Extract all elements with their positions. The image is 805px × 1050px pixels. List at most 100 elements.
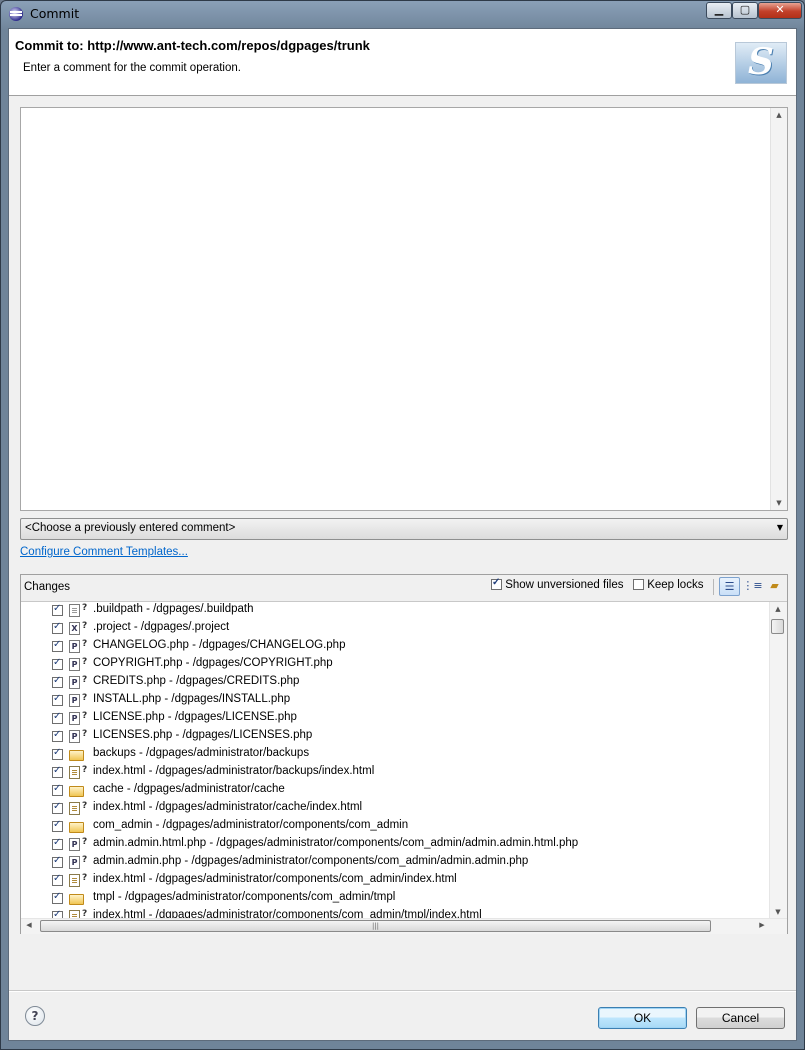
keep-locks-checkbox[interactable]: Keep locks — [633, 579, 703, 591]
change-label: .buildpath - /dgpages/.buildpath — [93, 603, 254, 615]
change-checkbox[interactable] — [52, 855, 63, 868]
vertical-scroll-thumb[interactable] — [771, 619, 784, 634]
change-label: tmpl - /dgpages/administrator/components… — [93, 891, 396, 903]
change-checkbox[interactable] — [52, 657, 63, 670]
keep-locks-check[interactable] — [633, 579, 644, 591]
toolbar-separator — [713, 579, 714, 595]
changes-panel: Changes Show unversioned files Keep lock… — [20, 574, 788, 934]
minimize-icon: ▁ — [714, 3, 724, 16]
configure-comment-templates-link[interactable]: Configure Comment Templates... — [20, 546, 188, 558]
flat-list-icon: ☰ — [724, 580, 735, 593]
close-button[interactable]: ✕ — [758, 2, 802, 19]
scroll-right-arrow-icon[interactable]: ▶ — [754, 921, 770, 929]
change-checkbox[interactable] — [52, 693, 63, 706]
change-row[interactable]: X? .project - /dgpages/.project — [21, 620, 769, 638]
unversioned-overlay-icon: ? — [82, 693, 88, 703]
change-checkbox[interactable] — [52, 891, 63, 904]
change-checkbox[interactable] — [52, 873, 63, 886]
xml-file-icon: X — [69, 622, 80, 635]
changes-horizontal-scrollbar[interactable]: ◀ ||| ▶ — [21, 918, 787, 934]
scroll-left-arrow-icon[interactable]: ◀ — [21, 921, 37, 929]
change-row[interactable]: P? LICENSE.php - /dgpages/LICENSE.php — [21, 710, 769, 728]
php-file-icon: P — [69, 658, 80, 671]
chevron-down-icon: ▼ — [776, 523, 783, 532]
ok-button[interactable]: OK — [598, 1007, 687, 1029]
maximize-button[interactable]: ▢ — [732, 2, 758, 19]
html-file-icon — [69, 766, 80, 779]
change-checkbox[interactable] — [52, 765, 63, 778]
html-file-icon — [69, 802, 80, 815]
window-title: Commit — [30, 6, 80, 21]
change-row[interactable]: ? index.html - /dgpages/administrator/bac… — [21, 764, 769, 782]
tree-view-icon: ⋮≡ — [742, 579, 763, 592]
tree-view-button[interactable]: ⋮≡ — [742, 577, 763, 596]
change-row[interactable]: ? index.html - /dgpages/administrator/cac… — [21, 800, 769, 818]
folder-file-icon — [69, 786, 84, 797]
change-checkbox[interactable] — [52, 819, 63, 832]
compressed-folders-button[interactable]: ▰ — [764, 577, 785, 596]
change-row[interactable]: P? INSTALL.php - /dgpages/INSTALL.php — [21, 692, 769, 710]
change-row[interactable]: P? COPYRIGHT.php - /dgpages/COPYRIGHT.php — [21, 656, 769, 674]
change-label: backups - /dgpages/administrator/backups — [93, 747, 310, 759]
unversioned-overlay-icon: ? — [82, 657, 88, 667]
horizontal-scroll-thumb[interactable]: ||| — [40, 920, 711, 932]
show-unversioned-checkbox[interactable]: Show unversioned files — [491, 577, 623, 591]
change-checkbox[interactable] — [52, 603, 63, 616]
change-row[interactable]: P? admin.admin.php - /dgpages/administrat… — [21, 854, 769, 872]
commit-target-title: Commit to: http://www.ant-tech.com/repos… — [15, 38, 370, 53]
change-label: admin.admin.php - /dgpages/administrator… — [93, 855, 529, 867]
commit-comment-textarea[interactable]: ▲ ▼ — [20, 107, 788, 511]
change-checkbox[interactable] — [52, 783, 63, 796]
change-row[interactable]: ? .buildpath - /dgpages/.buildpath — [21, 602, 769, 620]
change-label: LICENSES.php - /dgpages/LICENSES.php — [93, 729, 313, 741]
unversioned-overlay-icon: ? — [82, 873, 88, 883]
scroll-down-arrow-icon[interactable]: ▼ — [771, 499, 787, 507]
change-checkbox[interactable] — [52, 747, 63, 760]
minimize-button[interactable]: ▁ — [706, 2, 732, 19]
change-checkbox[interactable] — [52, 729, 63, 742]
scroll-up-arrow-icon[interactable]: ▲ — [770, 605, 786, 613]
eclipse-icon — [9, 7, 23, 21]
change-label: admin.admin.html.php - /dgpages/administ… — [93, 837, 579, 849]
change-row[interactable]: ? index.html - /dgpages/administrator/com… — [21, 872, 769, 890]
scroll-down-arrow-icon[interactable]: ▼ — [770, 908, 786, 916]
unversioned-overlay-icon: ? — [82, 801, 88, 811]
change-row[interactable]: P? CHANGELOG.php - /dgpages/CHANGELOG.php — [21, 638, 769, 656]
commit-instructions: Enter a comment for the commit operation… — [23, 62, 241, 74]
show-unversioned-check[interactable] — [491, 577, 502, 591]
change-row[interactable]: tmpl - /dgpages/administrator/components… — [21, 890, 769, 908]
changes-vertical-scrollbar[interactable]: ▲ ▼ — [769, 602, 787, 919]
change-checkbox[interactable] — [52, 621, 63, 634]
folder-file-icon — [69, 750, 84, 761]
help-button[interactable]: ? — [25, 1006, 45, 1026]
flat-view-button[interactable]: ☰ — [719, 577, 740, 596]
footer-divider — [9, 990, 796, 992]
change-checkbox[interactable] — [52, 837, 63, 850]
unversioned-overlay-icon: ? — [82, 711, 88, 721]
change-checkbox[interactable] — [52, 639, 63, 652]
change-row[interactable]: P? CREDITS.php - /dgpages/CREDITS.php — [21, 674, 769, 692]
cancel-button[interactable]: Cancel — [696, 1007, 785, 1029]
change-checkbox[interactable] — [52, 675, 63, 688]
scroll-up-arrow-icon[interactable]: ▲ — [771, 111, 787, 119]
change-row[interactable]: P? LICENSES.php - /dgpages/LICENSES.php — [21, 728, 769, 746]
title-bar: Commit ▁ ▢ ✕ — [1, 1, 804, 27]
change-checkbox[interactable] — [52, 711, 63, 724]
php-file-icon: P — [69, 676, 80, 689]
unversioned-overlay-icon: ? — [82, 729, 88, 739]
keep-locks-label: Keep locks — [647, 579, 704, 591]
unversioned-overlay-icon: ? — [82, 621, 88, 631]
change-row[interactable]: P? admin.admin.html.php - /dgpages/admini… — [21, 836, 769, 854]
change-row[interactable]: cache - /dgpages/administrator/cache — [21, 782, 769, 800]
changes-label: Changes — [24, 581, 71, 593]
comment-scrollbar[interactable]: ▲ ▼ — [770, 108, 787, 510]
change-checkbox[interactable] — [52, 801, 63, 814]
html-file-icon — [69, 874, 80, 887]
php-file-icon: P — [69, 838, 80, 851]
previous-comment-dropdown[interactable]: <Choose a previously entered comment> ▼ — [20, 518, 788, 540]
change-label: CREDITS.php - /dgpages/CREDITS.php — [93, 675, 300, 687]
changes-tree[interactable]: ? index.html - /dgpages/administrator/com… — [21, 601, 787, 919]
change-row[interactable]: com_admin - /dgpages/administrator/compo… — [21, 818, 769, 836]
change-row[interactable]: backups - /dgpages/administrator/backups — [21, 746, 769, 764]
close-icon: ✕ — [775, 3, 785, 16]
